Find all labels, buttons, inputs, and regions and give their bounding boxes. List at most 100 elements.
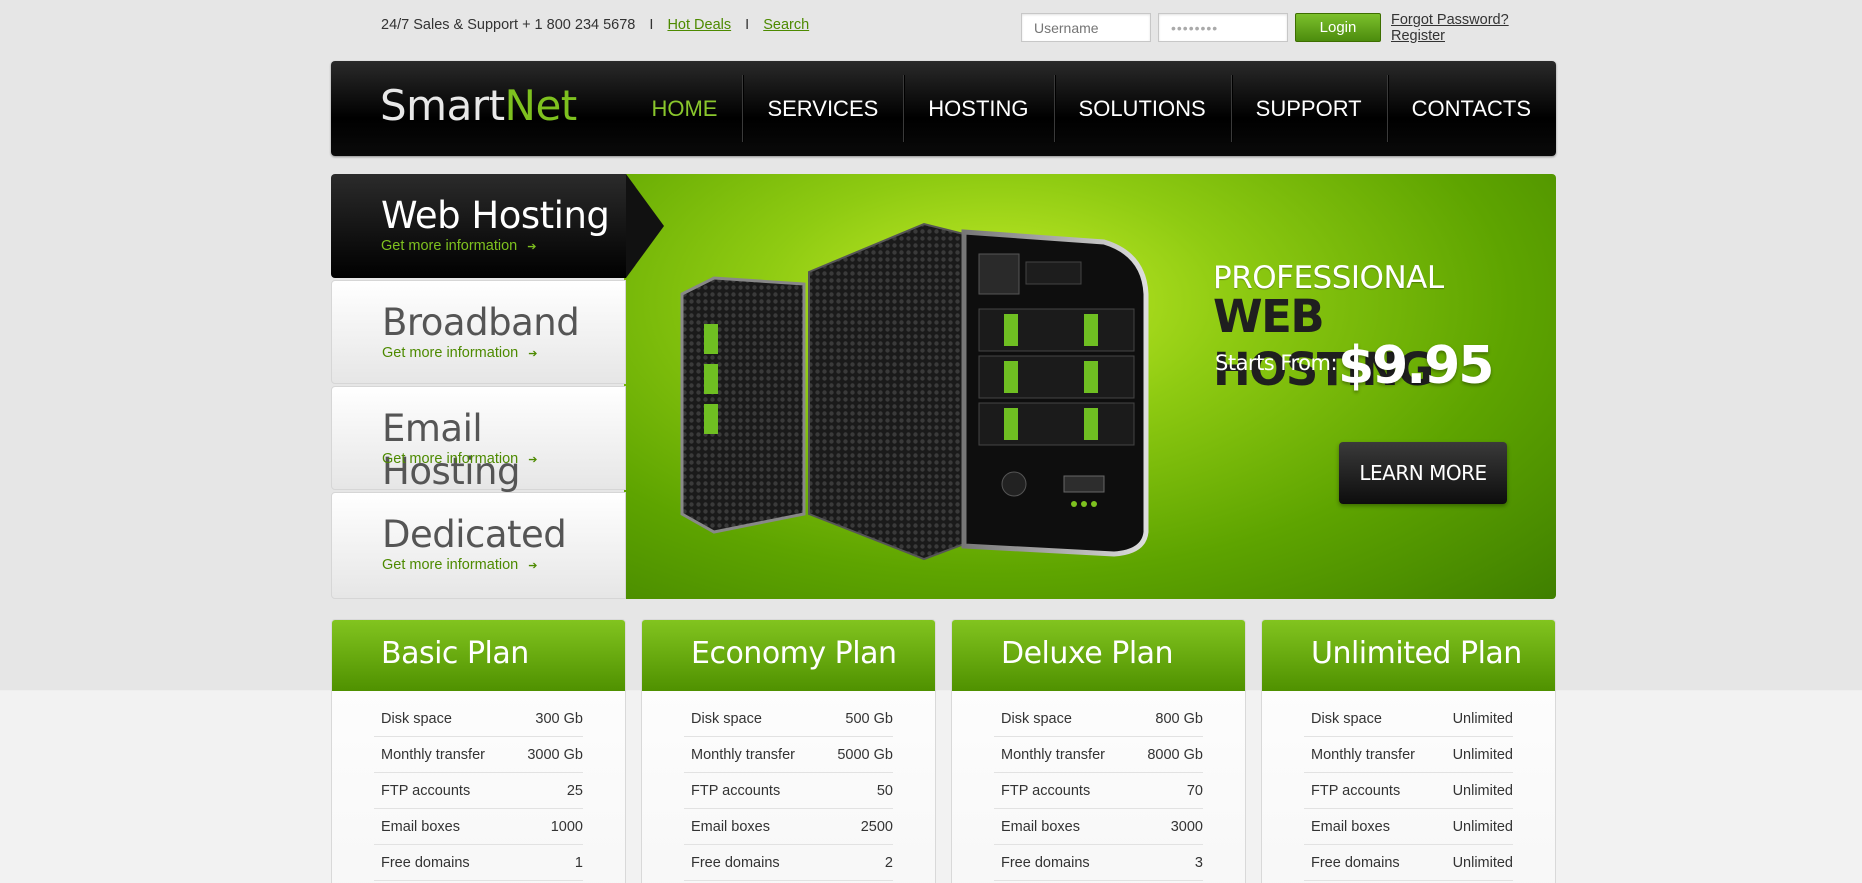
nav-item-support[interactable]: SUPPORT: [1230, 61, 1387, 156]
tab-more-text: Get more information: [381, 238, 518, 254]
logo-part-net: Net: [504, 81, 578, 130]
nav-item-contacts[interactable]: CONTACTS: [1386, 61, 1556, 156]
plan-row: Email boxes 3000: [994, 809, 1203, 845]
nav-item-solutions[interactable]: SOLUTIONS: [1053, 61, 1231, 156]
row-label: Disk space: [1001, 710, 1072, 727]
row-value: 2500: [860, 818, 893, 835]
row-label: Monthly transfer: [1311, 746, 1415, 763]
search-link[interactable]: Search: [763, 17, 809, 33]
plan-row: Free domains 3: [994, 845, 1203, 881]
row-value: Unlimited: [1452, 782, 1513, 799]
plan-row: Disk space Unlimited: [1304, 701, 1513, 737]
row-value: 8000 Gb: [1147, 746, 1203, 763]
plan-row: FTP accounts Unlimited: [1304, 773, 1513, 809]
plan-card-basic: Basic Plan Disk space 300 Gb Monthly tran…: [331, 619, 626, 883]
row-label: Free domains: [1311, 854, 1400, 871]
server-illustration: [680, 222, 1149, 561]
support-phone-text: 24/7 Sales & Support + 1 800 234 5678: [381, 17, 636, 33]
tab-title: Email Hosting: [382, 407, 520, 493]
row-value: 300 Gb: [535, 710, 583, 727]
plan-row: Monthly transfer 5000 Gb: [684, 737, 893, 773]
row-label: Monthly transfer: [1001, 746, 1105, 763]
tab-more-text: Get more information: [382, 451, 519, 467]
login-button[interactable]: Login: [1295, 13, 1381, 42]
row-label: Email boxes: [381, 818, 460, 835]
row-label: Disk space: [1311, 710, 1382, 727]
row-label: Free domains: [381, 854, 470, 871]
hero-banner: PROFESSIONAL WEB HOSTING Starts From: $9…: [624, 174, 1556, 599]
row-value: 5000 Gb: [837, 746, 893, 763]
arrow-right-icon: ➔: [528, 454, 538, 466]
hero-slider: Web Hosting Get more information ➔ Broadb…: [331, 174, 1556, 599]
plan-title[interactable]: Basic Plan: [332, 620, 625, 691]
plan-title[interactable]: Economy Plan: [642, 620, 935, 691]
tab-more-link[interactable]: Get more information ➔: [382, 451, 537, 467]
nav-item-home[interactable]: HOME: [626, 61, 742, 156]
site-header: SmartNet HOME SERVICES HOSTING SOLUTIONS…: [331, 61, 1556, 156]
plan-row: Email boxes 2500: [684, 809, 893, 845]
plan-card-deluxe: Deluxe Plan Disk space 800 Gb Monthly tra…: [951, 619, 1246, 883]
arrow-right-icon: ➔: [528, 560, 538, 572]
row-label: Disk space: [381, 710, 452, 727]
row-label: FTP accounts: [381, 782, 471, 799]
row-label: Monthly transfer: [691, 746, 795, 763]
row-label: Email boxes: [1001, 818, 1080, 835]
row-value: 3: [1194, 854, 1203, 871]
logo-part-smart: Smart: [380, 81, 505, 130]
tab-more-link[interactable]: Get more information ➔: [382, 557, 537, 573]
plan-row: Free domains 2: [684, 845, 893, 881]
row-value: 1: [574, 854, 583, 871]
forgot-password-link[interactable]: Forgot Password?: [1391, 12, 1509, 28]
slider-tab-web-hosting[interactable]: Web Hosting Get more information ➔: [331, 174, 664, 278]
separator: I: [649, 17, 654, 33]
row-label: Free domains: [691, 854, 780, 871]
tab-title: Broadband: [382, 301, 580, 344]
slider-tabs: Web Hosting Get more information ➔ Broadb…: [331, 174, 664, 599]
plan-title[interactable]: Deluxe Plan: [952, 620, 1245, 691]
plan-row: Disk space 500 Gb: [684, 701, 893, 737]
row-label: FTP accounts: [691, 782, 781, 799]
row-label: FTP accounts: [1001, 782, 1091, 799]
plan-row: FTP accounts 50: [684, 773, 893, 809]
register-link[interactable]: Register: [1391, 28, 1509, 44]
top-bar: 24/7 Sales & Support + 1 800 234 5678 I …: [331, 0, 1556, 56]
banner-starts-from: Starts From:: [1215, 351, 1338, 375]
slider-tab-broadband[interactable]: Broadband Get more information ➔: [331, 280, 626, 384]
plan-title[interactable]: Unlimited Plan: [1262, 620, 1555, 691]
tab-more-text: Get more information: [382, 345, 519, 361]
username-input[interactable]: [1021, 13, 1151, 42]
plan-row: Email boxes Unlimited: [1304, 809, 1513, 845]
plan-row: Email boxes 1000: [374, 809, 583, 845]
main-nav: HOME SERVICES HOSTING SOLUTIONS SUPPORT …: [626, 61, 1556, 156]
row-value: Unlimited: [1452, 818, 1513, 835]
row-value: 2: [884, 854, 893, 871]
row-value: 500 Gb: [845, 710, 893, 727]
row-label: Email boxes: [691, 818, 770, 835]
plan-row: Monthly transfer 3000 Gb: [374, 737, 583, 773]
nav-item-services[interactable]: SERVICES: [742, 61, 903, 156]
learn-more-button[interactable]: LEARN MORE: [1339, 442, 1507, 504]
plan-row: Monthly transfer 8000 Gb: [994, 737, 1203, 773]
plan-card-economy: Economy Plan Disk space 500 Gb Monthly tr…: [641, 619, 936, 883]
plan-row: Free domains 1: [374, 845, 583, 881]
row-value: 70: [1186, 782, 1203, 799]
plan-row: Disk space 300 Gb: [374, 701, 583, 737]
slider-tab-dedicated[interactable]: Dedicated Get more information ➔: [331, 492, 626, 599]
row-value: Unlimited: [1452, 710, 1513, 727]
plan-row: Disk space 800 Gb: [994, 701, 1203, 737]
separator: I: [745, 17, 750, 33]
hot-deals-link[interactable]: Hot Deals: [667, 17, 731, 33]
password-input[interactable]: [1158, 13, 1288, 42]
tab-title: Dedicated: [382, 513, 567, 556]
tab-more-link[interactable]: Get more information ➔: [381, 238, 536, 254]
row-label: Disk space: [691, 710, 762, 727]
site-logo[interactable]: SmartNet: [380, 81, 577, 130]
nav-item-hosting[interactable]: HOSTING: [903, 61, 1053, 156]
row-value: Unlimited: [1452, 746, 1513, 763]
slider-tab-email-hosting[interactable]: Email Hosting Get more information ➔: [331, 386, 626, 493]
arrow-right-icon: ➔: [527, 241, 537, 253]
arrow-right-icon: ➔: [528, 348, 538, 360]
row-label: Free domains: [1001, 854, 1090, 871]
tab-more-link[interactable]: Get more information ➔: [382, 345, 537, 361]
login-form: Login: [1021, 13, 1381, 42]
